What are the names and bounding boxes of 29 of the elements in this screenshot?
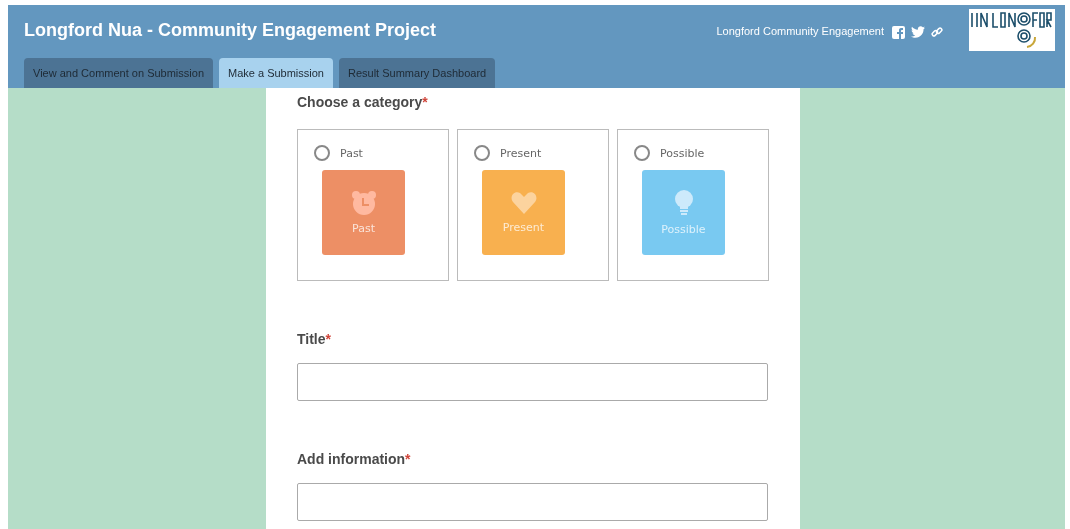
required-mark: * — [405, 451, 411, 467]
radio-button[interactable] — [474, 145, 490, 161]
alarm-clock-icon — [350, 190, 377, 216]
site-link[interactable]: Longford Community Engagement — [716, 25, 884, 37]
option-label: Past — [340, 146, 363, 160]
tab[interactable]: Make a Submission — [219, 58, 333, 88]
twitter-icon[interactable] — [911, 26, 925, 38]
tile-label: Possible — [661, 223, 706, 236]
lightbulb-icon — [673, 189, 694, 217]
category-card[interactable]: Present Present — [457, 129, 609, 281]
required-mark: * — [325, 331, 331, 347]
option-label: Possible — [660, 146, 705, 160]
tile-label: Past — [352, 222, 375, 235]
option-label: Present — [500, 146, 542, 160]
tile-label: Present — [502, 221, 545, 234]
heart-icon — [510, 191, 537, 215]
input-field[interactable] — [297, 483, 768, 521]
radio-button[interactable] — [314, 145, 330, 161]
input-field[interactable] — [297, 363, 768, 401]
category-card[interactable]: Past Past — [297, 129, 449, 281]
category-card[interactable]: Possible Possible — [617, 129, 769, 281]
facebook-icon[interactable] — [892, 26, 905, 39]
required-mark: * — [422, 94, 428, 110]
page-title: Longford Nua - Community Engagement Project — [24, 20, 436, 41]
field-label: Title — [297, 331, 326, 347]
field-label: Choose a category — [297, 94, 423, 110]
radio-button[interactable] — [634, 145, 650, 161]
link-icon[interactable] — [931, 26, 943, 38]
field-label: Add information — [297, 451, 406, 467]
